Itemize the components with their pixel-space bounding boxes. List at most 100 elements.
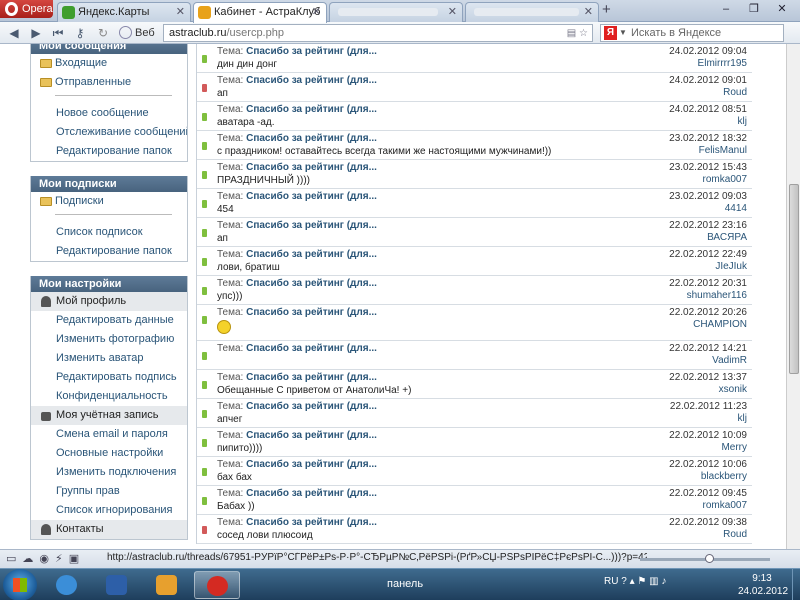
tab-blurred-1[interactable]: ✕: [329, 2, 463, 22]
help-icon[interactable]: ?: [621, 576, 627, 587]
taskbar-opera[interactable]: [194, 571, 240, 599]
back-arrow-icon[interactable]: ◀: [6, 25, 22, 41]
subject-link[interactable]: Спасибо за рейтинг (для...: [246, 220, 377, 231]
subject-link[interactable]: Спасибо за рейтинг (для...: [246, 343, 377, 354]
tray-arrow-icon[interactable]: ▴: [630, 576, 635, 587]
post-author-link[interactable]: CHAMPION: [693, 319, 747, 330]
volume-icon[interactable]: ♪: [661, 576, 666, 587]
table-row[interactable]: Тема: Спасибо за рейтинг (для... сосед ло…: [197, 515, 752, 544]
bookmark-star-icon[interactable]: ☆: [579, 28, 588, 39]
taskbar-ie[interactable]: [44, 571, 90, 599]
tab-blurred-2[interactable]: ✕: [465, 2, 599, 22]
tab-yandex-maps[interactable]: Яндекс.Карты ✕: [57, 2, 191, 22]
table-row[interactable]: Тема: Спасибо за рейтинг (для... лови, бр…: [197, 247, 752, 276]
table-row[interactable]: Тема: Спасибо за рейтинг (для... Бабах ))…: [197, 486, 752, 515]
post-author-link[interactable]: romka007: [703, 500, 747, 511]
link-change-email-password[interactable]: Смена email и пароля: [31, 425, 187, 444]
link-change-avatar[interactable]: Изменить аватар: [31, 349, 187, 368]
post-author-link[interactable]: Roud: [723, 529, 747, 540]
table-row[interactable]: Тема: Спасибо за рейтинг (для... аватара …: [197, 102, 752, 131]
subject-link[interactable]: Спасибо за рейтинг (для...: [246, 430, 377, 441]
table-row[interactable]: Тема: Спасибо за рейтинг (для... Обещанны…: [197, 370, 752, 399]
search-engine-dropdown-icon[interactable]: ▼: [619, 25, 627, 41]
folder-sent[interactable]: Отправленные: [31, 73, 187, 92]
post-author-link[interactable]: ВАСЯРА: [707, 232, 747, 243]
table-row[interactable]: Тема: Спасибо за рейтинг (для... упс))) 22…: [197, 276, 752, 305]
taskbar-winamp[interactable]: [94, 571, 140, 599]
table-row[interactable]: Тема: Спасибо за рейтинг (для... ПРАЗДНИЧ…: [197, 160, 752, 189]
post-author-link[interactable]: JIeJIuk: [715, 261, 747, 272]
show-desktop-button[interactable]: [792, 569, 800, 600]
turbo-icon[interactable]: ⚡: [55, 553, 69, 565]
images-icon[interactable]: ▣: [69, 553, 85, 565]
link-privacy[interactable]: Конфиденциальность: [31, 387, 187, 406]
table-row[interactable]: Тема: Спасибо за рейтинг (для... 454 23.02…: [197, 189, 752, 218]
folder-subscriptions[interactable]: Подписки: [31, 192, 187, 211]
opera-menu-button[interactable]: Opera: [0, 0, 53, 18]
speeddial-icon[interactable]: ◉: [39, 553, 55, 565]
link-ignore-list[interactable]: Список игнорирования: [31, 501, 187, 520]
subject-link[interactable]: Спасибо за рейтинг (для...: [246, 459, 377, 470]
post-author-link[interactable]: Elmirrrr195: [698, 58, 747, 69]
post-author-link[interactable]: 4414: [725, 203, 747, 214]
system-tray[interactable]: RU ? ▴ ⚑ ▥ ♪: [604, 576, 666, 587]
tab-astraclub-cabinet[interactable]: Кабинет - АстраКлуб ✕: [193, 2, 327, 23]
address-actions[interactable]: ▤ ☆: [567, 26, 588, 42]
contacts-heading[interactable]: Контакты: [31, 520, 187, 539]
web-badge[interactable]: Веб: [118, 25, 162, 41]
tab-close-icon[interactable]: ✕: [584, 3, 593, 21]
key-icon[interactable]: ⚷: [72, 25, 88, 41]
post-author-link[interactable]: Merry: [721, 442, 747, 453]
tab-close-icon[interactable]: ✕: [448, 3, 457, 21]
subject-link[interactable]: Спасибо за рейтинг (для...: [246, 401, 377, 412]
zoom-slider-knob[interactable]: [705, 554, 714, 563]
start-button[interactable]: [3, 569, 37, 600]
subject-link[interactable]: Спасибо за рейтинг (для...: [246, 75, 377, 86]
minimize-button[interactable]: –: [712, 0, 740, 18]
forward-arrow-icon[interactable]: ▶: [28, 25, 44, 41]
tab-close-icon[interactable]: ✕: [312, 3, 321, 21]
table-row[interactable]: Тема: Спасибо за рейтинг (для... 22.02.20…: [197, 341, 752, 370]
table-row[interactable]: Тема: Спасибо за рейтинг (для... пипито))…: [197, 428, 752, 457]
rss-icon[interactable]: ▤: [567, 28, 576, 39]
subject-link[interactable]: Спасибо за рейтинг (для...: [246, 249, 377, 260]
post-author-link[interactable]: romka007: [703, 174, 747, 185]
table-row[interactable]: Тема: Спасибо за рейтинг (для... апчег 22.…: [197, 399, 752, 428]
subject-link[interactable]: Спасибо за рейтинг (для...: [246, 372, 377, 383]
language-indicator[interactable]: RU: [604, 576, 618, 587]
subject-link[interactable]: Спасибо за рейтинг (для...: [246, 307, 377, 318]
status-icons[interactable]: ▭☁◉⚡▣: [6, 552, 85, 565]
link-new-message[interactable]: Новое сообщение: [31, 104, 187, 123]
rewind-icon[interactable]: ⏮: [50, 25, 66, 41]
tab-close-icon[interactable]: ✕: [176, 3, 185, 21]
post-author-link[interactable]: klj: [738, 413, 747, 424]
link-edit-folders[interactable]: Редактирование папок: [31, 142, 187, 161]
table-row[interactable]: Тема: Спасибо за рейтинг (для... 22.02.20…: [197, 305, 752, 341]
link-edit-signature[interactable]: Редактировать подпись: [31, 368, 187, 387]
search-input[interactable]: Я ▼ Искать в Яндексе: [600, 24, 784, 42]
post-author-link[interactable]: blackberry: [701, 471, 747, 482]
subject-link[interactable]: Спасибо за рейтинг (для...: [246, 104, 377, 115]
table-row[interactable]: Тема: Спасибо за рейтинг (для... с праздн…: [197, 131, 752, 160]
table-row[interactable]: Тема: Спасибо за рейтинг (для... ап 22.02.…: [197, 218, 752, 247]
post-author-link[interactable]: Roud: [723, 87, 747, 98]
close-window-button[interactable]: ✕: [768, 0, 796, 18]
post-author-link[interactable]: VadimR: [712, 355, 747, 366]
taskbar-clock[interactable]: 9:13 24.02.2012: [738, 572, 788, 598]
flag-icon[interactable]: ⚑: [637, 576, 646, 587]
scrollbar-thumb[interactable]: [789, 184, 799, 374]
post-author-link[interactable]: FelisManul: [699, 145, 747, 156]
taskbar-app3[interactable]: [144, 571, 190, 599]
subject-link[interactable]: Спасибо за рейтинг (для...: [246, 517, 377, 528]
table-row[interactable]: Тема: Спасибо за рейтинг (для... ап 24.02.…: [197, 73, 752, 102]
link-subscription-list[interactable]: Список подписок: [31, 223, 187, 242]
post-author-link[interactable]: klj: [738, 116, 747, 127]
subject-link[interactable]: Спасибо за рейтинг (для...: [246, 162, 377, 173]
link-edit-folders[interactable]: Редактирование папок: [31, 242, 187, 261]
maximize-button[interactable]: ❐: [740, 0, 768, 18]
new-tab-icon[interactable]: +: [602, 2, 611, 18]
post-author-link[interactable]: shumaher116: [687, 290, 747, 301]
reload-icon[interactable]: ↻: [95, 25, 111, 41]
subject-link[interactable]: Спасибо за рейтинг (для...: [246, 191, 377, 202]
link-permission-groups[interactable]: Группы прав: [31, 482, 187, 501]
